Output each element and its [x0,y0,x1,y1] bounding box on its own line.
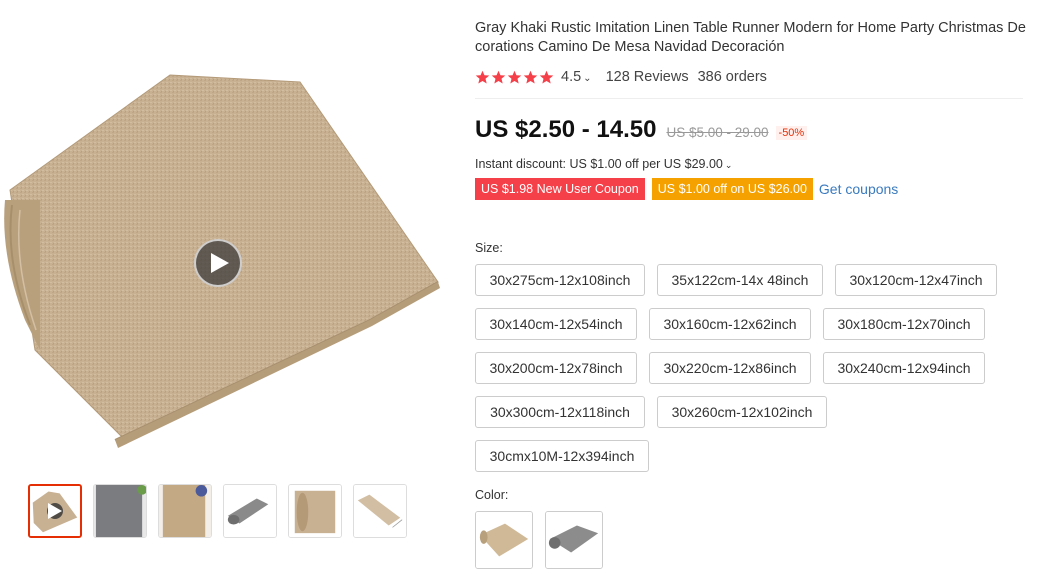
color-label: Color: [475,488,509,502]
coupons-row: US $1.98 New User Coupon US $1.00 off on… [475,178,1030,200]
size-option[interactable]: 30x220cm-12x86inch [649,352,811,384]
get-coupons-link[interactable]: Get coupons [819,181,898,197]
current-price: US $2.50 - 14.50 [475,116,657,143]
khaki-table-thumb-image [159,485,211,537]
color-option-khaki[interactable] [475,511,533,569]
divider [475,98,1023,99]
thumbnail-khaki-runner-table[interactable] [158,484,212,538]
thumbnail-gray-runner-roll[interactable] [223,484,277,538]
size-option[interactable]: 30x260cm-12x102inch [657,396,827,428]
product-title: Gray Khaki Rustic Imitation Linen Table … [475,20,1026,55]
size-label: Size: [475,241,503,255]
play-icon [47,503,63,519]
thumbnail-khaki-runner-video[interactable] [28,484,82,538]
star-half-icon [539,70,554,83]
gray-roll-thumb-image [224,485,276,537]
star-rating[interactable] [475,70,554,85]
khaki-roll-thumb-image [289,485,341,537]
gray-runner-thumb-image [94,485,146,537]
khaki-runner-swatch-image [476,512,532,568]
rating-row: 4.5 ⌄ 128 Reviews 386 orders [475,68,1030,86]
orders-count: 386 orders [697,69,767,85]
thumbnail-gray-runner-table[interactable] [93,484,147,538]
size-option[interactable]: 30x180cm-12x70inch [823,308,985,340]
play-icon [211,253,229,273]
size-option[interactable]: 30x140cm-12x54inch [475,308,637,340]
original-price: US $5.00 - 29.00 [666,125,769,140]
size-option[interactable]: 30x160cm-12x62inch [649,308,811,340]
size-option[interactable]: 30x275cm-12x108inch [475,264,645,296]
instant-discount-dropdown[interactable]: Instant discount: US $1.00 off per US $2… [475,157,1030,171]
thumbnail-strip [28,484,407,538]
store-coupon[interactable]: US $1.00 off on US $26.00 [651,178,813,200]
product-info: Gray Khaki Rustic Imitation Linen Table … [475,19,1030,200]
video-play-button[interactable] [194,239,242,287]
chevron-down-icon: ⌄ [583,73,592,84]
star-icon [523,70,538,83]
rating-dropdown[interactable]: 4.5 ⌄ [561,69,592,85]
rating-value: 4.5 [561,69,582,85]
gray-runner-swatch-image [546,512,602,568]
main-product-image[interactable] [0,20,445,470]
price-row: US $2.50 - 14.50 US $5.00 - 29.00 -50% [475,116,1030,144]
chevron-down-icon: ⌄ [724,160,733,170]
size-option[interactable]: 35x122cm-14x 48inch [657,264,823,296]
size-option[interactable]: 30x240cm-12x94inch [823,352,985,384]
reviews-link[interactable]: 128 Reviews [606,69,689,85]
khaki-dimensions-thumb-image [354,485,406,537]
instant-discount-text: Instant discount: US $1.00 off per US $2… [475,157,723,171]
new-user-coupon[interactable]: US $1.98 New User Coupon [475,178,645,200]
size-option[interactable]: 30x300cm-12x118inch [475,396,645,428]
size-option[interactable]: 30x120cm-12x47inch [835,264,997,296]
size-option[interactable]: 30x200cm-12x78inch [475,352,637,384]
size-option[interactable]: 30cmx10M-12x394inch [475,440,649,472]
thumbnail-khaki-runner-dimensions[interactable] [353,484,407,538]
star-icon [507,70,522,83]
star-icon [491,70,506,83]
thumbnail-khaki-runner-roll[interactable] [288,484,342,538]
discount-badge: -50% [775,126,808,140]
star-icon [475,70,490,83]
color-option-gray[interactable] [545,511,603,569]
